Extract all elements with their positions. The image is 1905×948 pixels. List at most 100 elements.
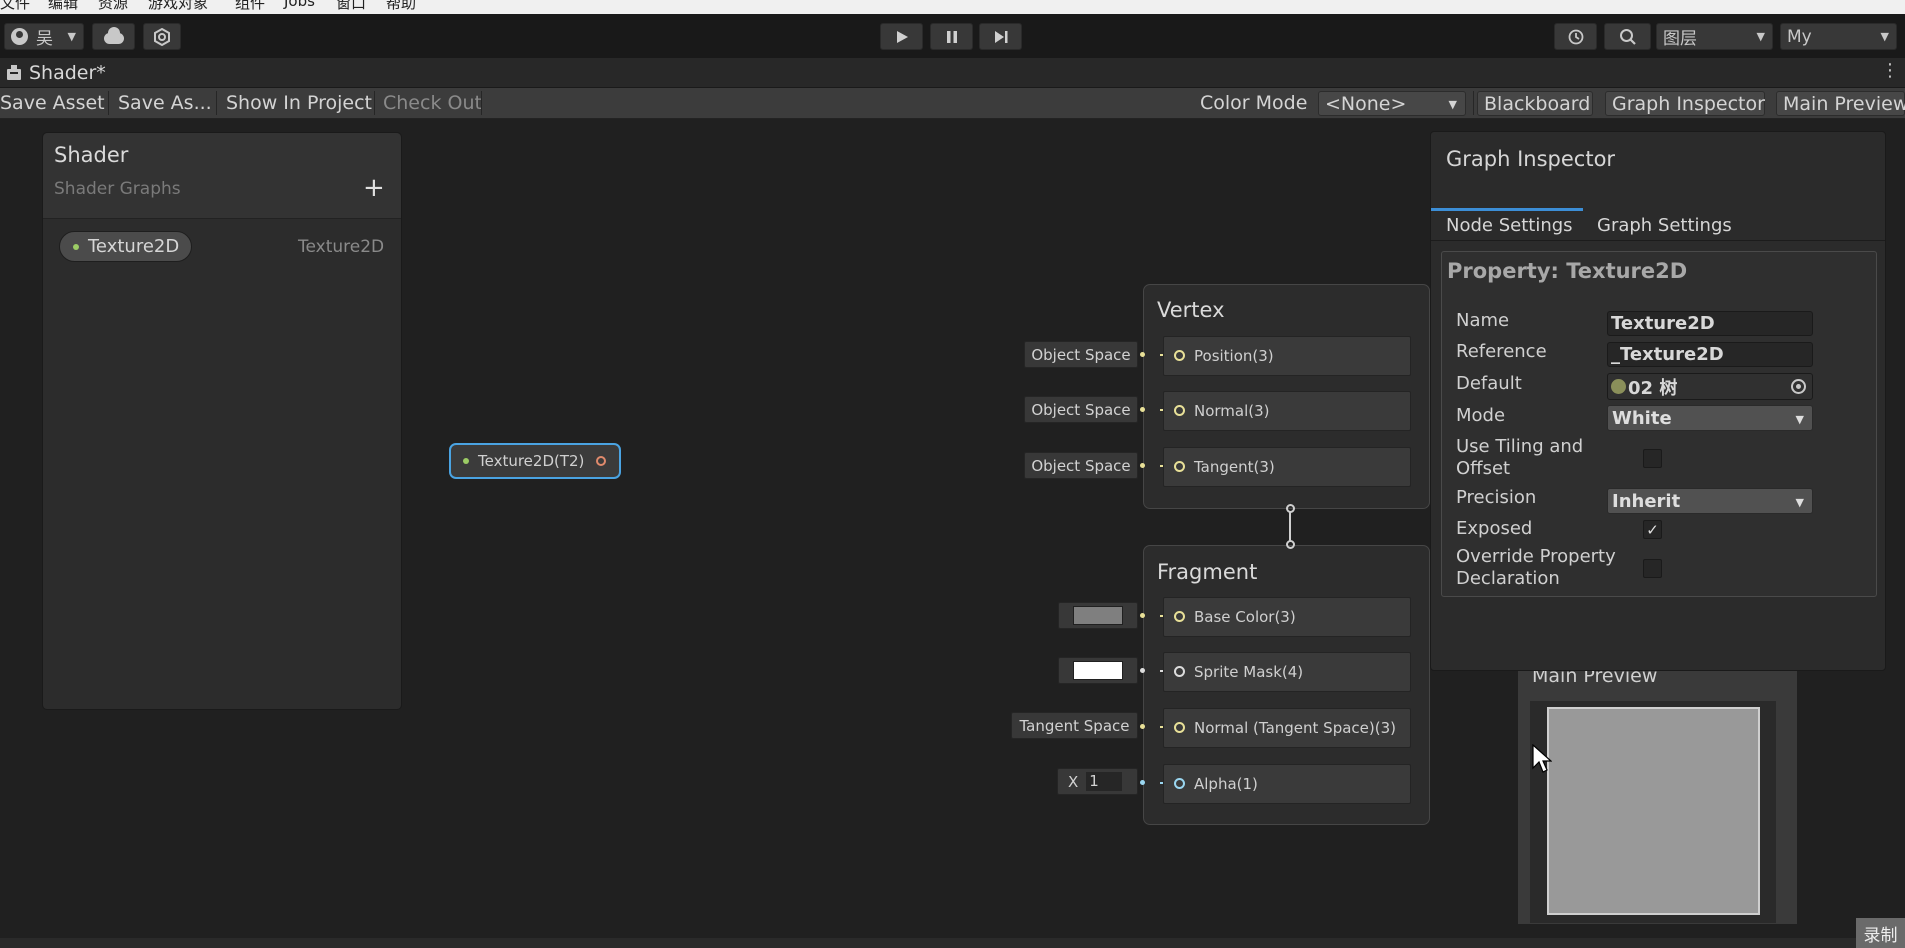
color-mode-dropdown[interactable]: <None> ▼ xyxy=(1318,91,1466,116)
alpha-block[interactable]: Alpha(1) xyxy=(1163,764,1411,804)
main-toolbar: 吴 ▼ 图层 ▼ My ▼ xyxy=(0,14,1905,58)
override-declaration-checkbox[interactable] xyxy=(1643,559,1662,578)
blackboard-toggle[interactable]: Blackboard xyxy=(1477,91,1593,116)
normal-block[interactable]: Normal(3) xyxy=(1163,391,1411,431)
tangent-block[interactable]: Tangent(3) xyxy=(1163,447,1411,487)
add-property-button[interactable]: + xyxy=(363,173,385,203)
sprite-mask-input[interactable] xyxy=(1058,657,1138,684)
divider xyxy=(216,91,217,115)
input-port[interactable] xyxy=(1174,611,1185,622)
checkmark-icon: ✓ xyxy=(1646,520,1659,539)
main-preview-panel: Main Preview xyxy=(1517,664,1798,925)
input-port[interactable] xyxy=(1174,722,1185,733)
tab-graph-settings[interactable]: Graph Settings xyxy=(1597,215,1732,236)
default-label: Default xyxy=(1456,373,1522,394)
play-button[interactable] xyxy=(880,23,923,50)
sprite-mask-swatch[interactable] xyxy=(1073,661,1123,680)
preview-viewport[interactable] xyxy=(1547,707,1760,915)
save-asset-button[interactable]: Save Asset xyxy=(0,88,105,118)
connector-dot xyxy=(1140,780,1145,785)
graph-inspector-toggle[interactable]: Graph Inspector xyxy=(1605,91,1765,116)
menu-component[interactable]: 组件 xyxy=(235,0,265,13)
more-options-icon[interactable]: ⋮ xyxy=(1881,60,1899,81)
color-mode-label: Color Mode xyxy=(1200,92,1308,114)
layout-dropdown[interactable]: My ▼ xyxy=(1780,23,1897,50)
input-port[interactable] xyxy=(1174,778,1185,789)
base-color-block[interactable]: Base Color(3) xyxy=(1163,597,1411,637)
menu-window[interactable]: 窗口 xyxy=(336,0,366,13)
save-as-button[interactable]: Save As... xyxy=(118,88,212,118)
object-picker-icon[interactable] xyxy=(1791,379,1806,394)
record-badge[interactable]: 录制 xyxy=(1856,918,1905,948)
check-out-button[interactable]: Check Out xyxy=(383,88,482,118)
history-icon xyxy=(1568,29,1583,44)
block-label: Sprite Mask(4) xyxy=(1194,663,1304,681)
precision-dropdown[interactable]: Inherit ▼ xyxy=(1607,488,1813,514)
inspector-title: Graph Inspector xyxy=(1446,147,1616,171)
alpha-value-field[interactable]: 1 xyxy=(1086,772,1123,791)
main-preview-toggle[interactable]: Main Preview xyxy=(1776,91,1905,116)
property-title: Property: Texture2D xyxy=(1447,259,1688,283)
tab-node-settings[interactable]: Node Settings xyxy=(1446,215,1573,236)
precision-value: Inherit xyxy=(1612,490,1681,512)
chevron-down-icon: ▼ xyxy=(1756,30,1765,43)
property-pill-texture2d[interactable]: Texture2D xyxy=(59,231,193,262)
history-button[interactable] xyxy=(1554,23,1597,50)
input-port[interactable] xyxy=(1174,461,1185,472)
position-block[interactable]: Position(3) xyxy=(1163,336,1411,376)
flow-edge xyxy=(1289,512,1291,542)
mode-dropdown[interactable]: White ▼ xyxy=(1607,405,1813,431)
position-space-input[interactable]: Object Space xyxy=(1024,341,1138,368)
search-button[interactable] xyxy=(1604,23,1651,50)
menu-assets[interactable]: 资源 xyxy=(98,0,128,13)
menu-jobs[interactable]: Jobs xyxy=(284,0,315,10)
graph-toolbar: Save Asset Save As... Show In Project Ch… xyxy=(0,88,1905,119)
tangent-space-input[interactable]: Object Space xyxy=(1024,452,1138,479)
default-texture-field[interactable]: 02 树 xyxy=(1607,373,1813,400)
texture2d-property-node[interactable]: Texture2D(T2) xyxy=(449,443,621,479)
base-color-swatch[interactable] xyxy=(1073,606,1123,625)
input-port[interactable] xyxy=(1174,350,1185,361)
override-label-line1: Override Property xyxy=(1456,546,1616,567)
exposed-checkbox[interactable]: ✓ xyxy=(1643,520,1662,539)
pause-button[interactable] xyxy=(930,23,973,50)
block-label: Tangent(3) xyxy=(1194,458,1275,476)
alpha-input[interactable]: X 1 xyxy=(1057,768,1138,795)
account-label: 吴 xyxy=(36,29,53,49)
step-button[interactable] xyxy=(979,23,1022,50)
reference-label: Reference xyxy=(1456,341,1547,362)
chevron-down-icon: ▼ xyxy=(1448,98,1457,111)
menu-gameobject[interactable]: 游戏对象 xyxy=(148,0,208,13)
blackboard-panel: Shader Shader Graphs + Texture2D Texture… xyxy=(42,132,402,710)
cloud-button[interactable] xyxy=(92,23,135,50)
sprite-mask-block[interactable]: Sprite Mask(4) xyxy=(1163,652,1411,692)
menu-help[interactable]: 帮助 xyxy=(386,0,416,13)
menu-edit[interactable]: 编辑 xyxy=(48,0,78,13)
status-bar xyxy=(0,938,1905,948)
property-dot-icon xyxy=(463,458,469,464)
chevron-down-icon: ▼ xyxy=(1880,30,1889,43)
base-color-input[interactable] xyxy=(1058,602,1138,629)
input-port[interactable] xyxy=(1174,405,1185,416)
output-port[interactable] xyxy=(596,456,607,466)
show-in-project-button[interactable]: Show In Project xyxy=(226,88,372,118)
reference-field[interactable]: _Texture2D xyxy=(1607,342,1813,367)
menu-file[interactable]: 文件 xyxy=(0,0,30,13)
block-label: Normal(3) xyxy=(1194,402,1270,420)
tab-title[interactable]: Shader* xyxy=(29,62,106,84)
normal-space-input[interactable]: Object Space xyxy=(1024,396,1138,423)
layers-dropdown[interactable]: 图层 ▼ xyxy=(1656,23,1773,50)
menu-bar: 文件 编辑 资源 游戏对象 组件 Jobs 窗口 帮助 xyxy=(0,0,1905,14)
divider xyxy=(1473,91,1474,115)
name-field[interactable]: Texture2D xyxy=(1607,311,1813,336)
blackboard-header: Shader Shader Graphs + xyxy=(43,133,401,219)
normal-tangent-block[interactable]: Normal (Tangent Space)(3) xyxy=(1163,708,1411,748)
use-tiling-checkbox[interactable] xyxy=(1643,449,1662,468)
chevron-down-icon: ▼ xyxy=(1795,496,1804,509)
collab-button[interactable] xyxy=(143,23,181,50)
fragment-title: Fragment xyxy=(1157,560,1258,584)
normal-tangent-space-input[interactable]: Tangent Space xyxy=(1011,712,1138,739)
connector-dot xyxy=(1140,463,1145,468)
input-port[interactable] xyxy=(1174,666,1185,677)
account-dropdown[interactable]: 吴 ▼ xyxy=(4,23,84,50)
